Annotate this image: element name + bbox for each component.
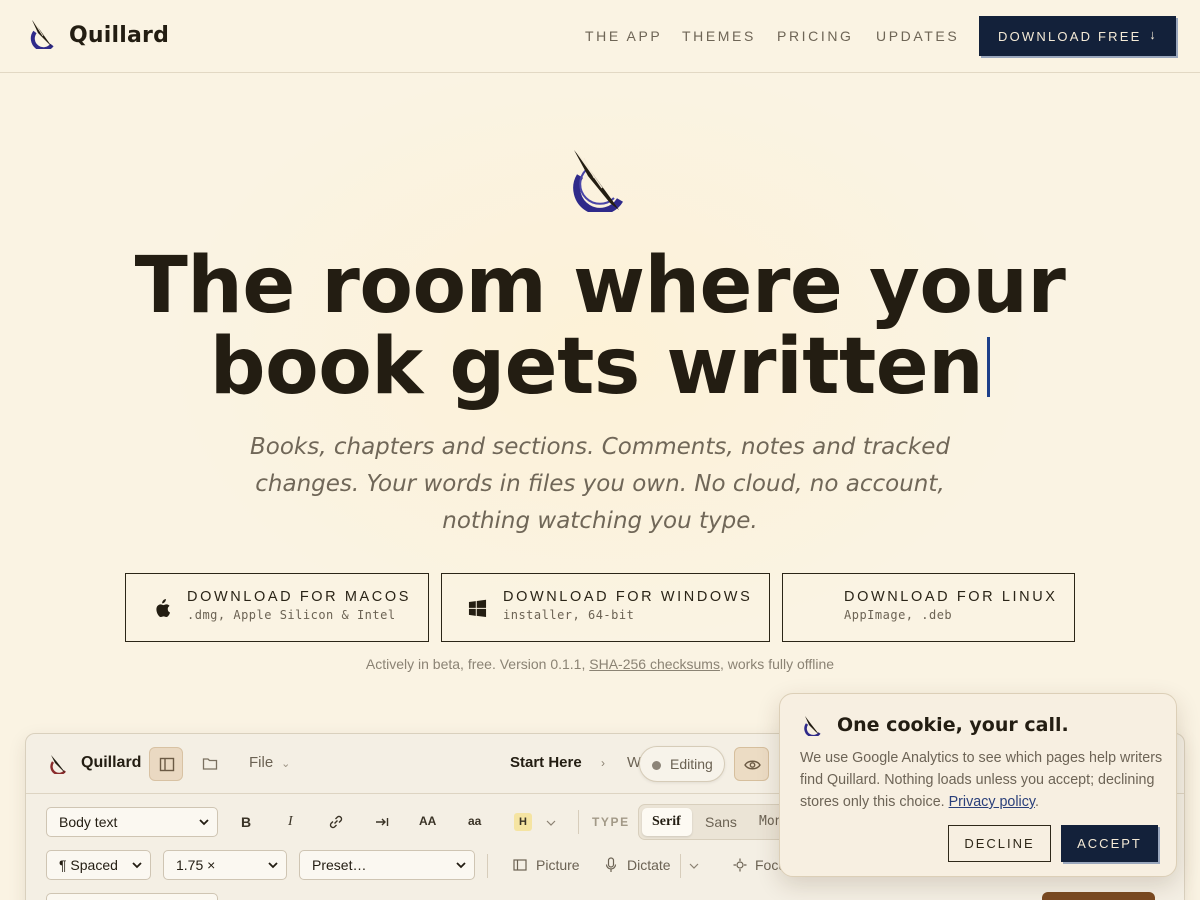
windows-icon xyxy=(468,599,487,618)
open-folder-button[interactable] xyxy=(193,747,227,781)
download-windows-button[interactable]: DOWNLOAD FOR WINDOWS installer, 64-bit xyxy=(441,573,770,642)
text-caret xyxy=(987,337,991,397)
toolbar-divider xyxy=(487,854,488,878)
chevron-down-icon xyxy=(456,862,466,869)
dictate-label: Dictate xyxy=(627,857,671,873)
release-meta-text: Actively in beta, free. Version 0.1.1, xyxy=(365,656,586,672)
preset-value: Preset… xyxy=(312,857,367,873)
quill-logo-icon xyxy=(804,716,821,736)
app-brand: Quillard xyxy=(81,754,142,771)
nav-link-pricing[interactable]: PRICING xyxy=(777,28,854,44)
mode-label: Editing xyxy=(670,756,713,772)
nav-link-updates[interactable]: UPDATES xyxy=(876,28,959,44)
chevron-down-icon: ⌄ xyxy=(281,758,291,770)
paragraph-style-select[interactable]: Body text xyxy=(46,807,218,837)
chevron-down-icon xyxy=(132,862,142,869)
nav-link-the-app[interactable]: THE APP xyxy=(585,28,662,44)
italic-button[interactable]: I xyxy=(288,814,293,830)
hero-title-line2: book gets written xyxy=(209,322,984,412)
download-windows-subtitle: installer, 64-bit xyxy=(503,608,635,622)
download-macos-subtitle: .dmg, Apple Silicon & Intel xyxy=(187,608,396,622)
nav-link-themes[interactable]: THEMES xyxy=(682,28,756,44)
release-meta: Actively in beta, free. Version 0.1.1, S… xyxy=(200,656,1000,672)
preview-button[interactable] xyxy=(734,747,769,781)
picture-icon xyxy=(513,859,527,871)
breadcrumb-current[interactable]: Start Here xyxy=(510,754,582,771)
hero-subtitle: Books, chapters and sections. Comments, … xyxy=(250,434,950,534)
spacing-select[interactable]: ¶ Spaced xyxy=(46,850,151,880)
picture-label: Picture xyxy=(536,857,580,873)
hero-title-line1: The room where your xyxy=(134,241,1066,331)
line-height-value: 1.75 × xyxy=(176,857,216,873)
bold-button[interactable]: B xyxy=(241,814,251,830)
toolbar-field[interactable] xyxy=(46,893,218,900)
uppercase-button[interactable]: AA xyxy=(419,814,436,828)
quill-logo-icon[interactable] xyxy=(30,19,56,49)
chevron-down-icon xyxy=(199,819,209,826)
hero-title: The room where your book gets written xyxy=(100,246,1100,408)
checksums-link[interactable]: SHA-256 checksums xyxy=(589,656,720,672)
lowercase-button[interactable]: aa xyxy=(468,814,481,828)
breadcrumb-separator: › xyxy=(601,756,605,770)
chevron-down-icon[interactable] xyxy=(689,862,699,870)
action-button[interactable] xyxy=(1042,892,1155,900)
download-free-button[interactable]: DOWNLOAD FREE ↓ xyxy=(979,16,1176,56)
spacing-value: ¶ Spaced xyxy=(59,857,118,873)
folder-icon xyxy=(202,758,218,770)
download-windows-title: DOWNLOAD FOR WINDOWS xyxy=(503,589,753,605)
cookie-body: We use Google Analytics to see which pag… xyxy=(800,747,1164,813)
cookie-body-period: . xyxy=(1034,794,1039,810)
apple-icon xyxy=(156,599,171,618)
chevron-down-icon xyxy=(268,862,278,869)
file-menu[interactable]: File ⌄ xyxy=(249,754,290,771)
download-free-label: DOWNLOAD FREE xyxy=(998,28,1142,44)
top-nav: Quillard THE APP THEMES PRICING UPDATES … xyxy=(0,0,1200,73)
file-menu-label: File xyxy=(249,754,274,771)
cookie-consent-dialog: One cookie, your call. We use Google Ana… xyxy=(779,693,1177,877)
line-height-select[interactable]: 1.75 × xyxy=(163,850,287,880)
arrow-down-icon: ↓ xyxy=(1149,27,1158,42)
download-macos-button[interactable]: DOWNLOAD FOR MACOS .dmg, Apple Silicon &… xyxy=(125,573,429,642)
focus-icon xyxy=(733,858,747,872)
download-macos-title: DOWNLOAD FOR MACOS xyxy=(187,589,412,605)
toolbar-divider xyxy=(680,854,681,878)
accept-button[interactable]: ACCEPT xyxy=(1061,825,1158,862)
link-icon[interactable] xyxy=(326,812,346,832)
paragraph-style-value: Body text xyxy=(59,814,118,830)
sidebar-icon xyxy=(159,757,175,772)
cookie-title: One cookie, your call. xyxy=(837,714,1069,736)
privacy-policy-link[interactable]: Privacy policy xyxy=(949,794,1035,810)
chevron-down-icon[interactable] xyxy=(546,819,556,827)
mode-toggle[interactable]: Editing xyxy=(639,746,725,782)
microphone-icon xyxy=(605,857,617,872)
highlight-button[interactable]: H xyxy=(514,813,532,831)
toolbar-divider xyxy=(578,810,579,834)
typeface-serif[interactable]: Serif xyxy=(652,814,681,830)
eye-icon xyxy=(744,760,761,770)
download-linux-button[interactable]: DOWNLOAD FOR LINUX AppImage, .deb xyxy=(782,573,1075,642)
typeface-sans[interactable]: Sans xyxy=(705,814,737,830)
indent-icon[interactable] xyxy=(373,812,391,832)
release-meta-suffix: , works fully offline xyxy=(719,656,835,672)
quill-logo-icon xyxy=(50,755,66,774)
status-dot xyxy=(652,761,661,770)
preset-select[interactable]: Preset… xyxy=(299,850,475,880)
decline-button[interactable]: DECLINE xyxy=(948,825,1051,862)
brand-name[interactable]: Quillard xyxy=(69,23,169,48)
type-label: TYPE xyxy=(592,815,630,829)
typeface-segmented-control: Serif Sans Mono xyxy=(638,804,798,840)
quill-logo-icon xyxy=(573,150,623,212)
download-linux-title: DOWNLOAD FOR LINUX xyxy=(844,589,1058,605)
download-linux-subtitle: AppImage, .deb xyxy=(844,608,953,622)
sidebar-toggle-button[interactable] xyxy=(149,747,183,781)
